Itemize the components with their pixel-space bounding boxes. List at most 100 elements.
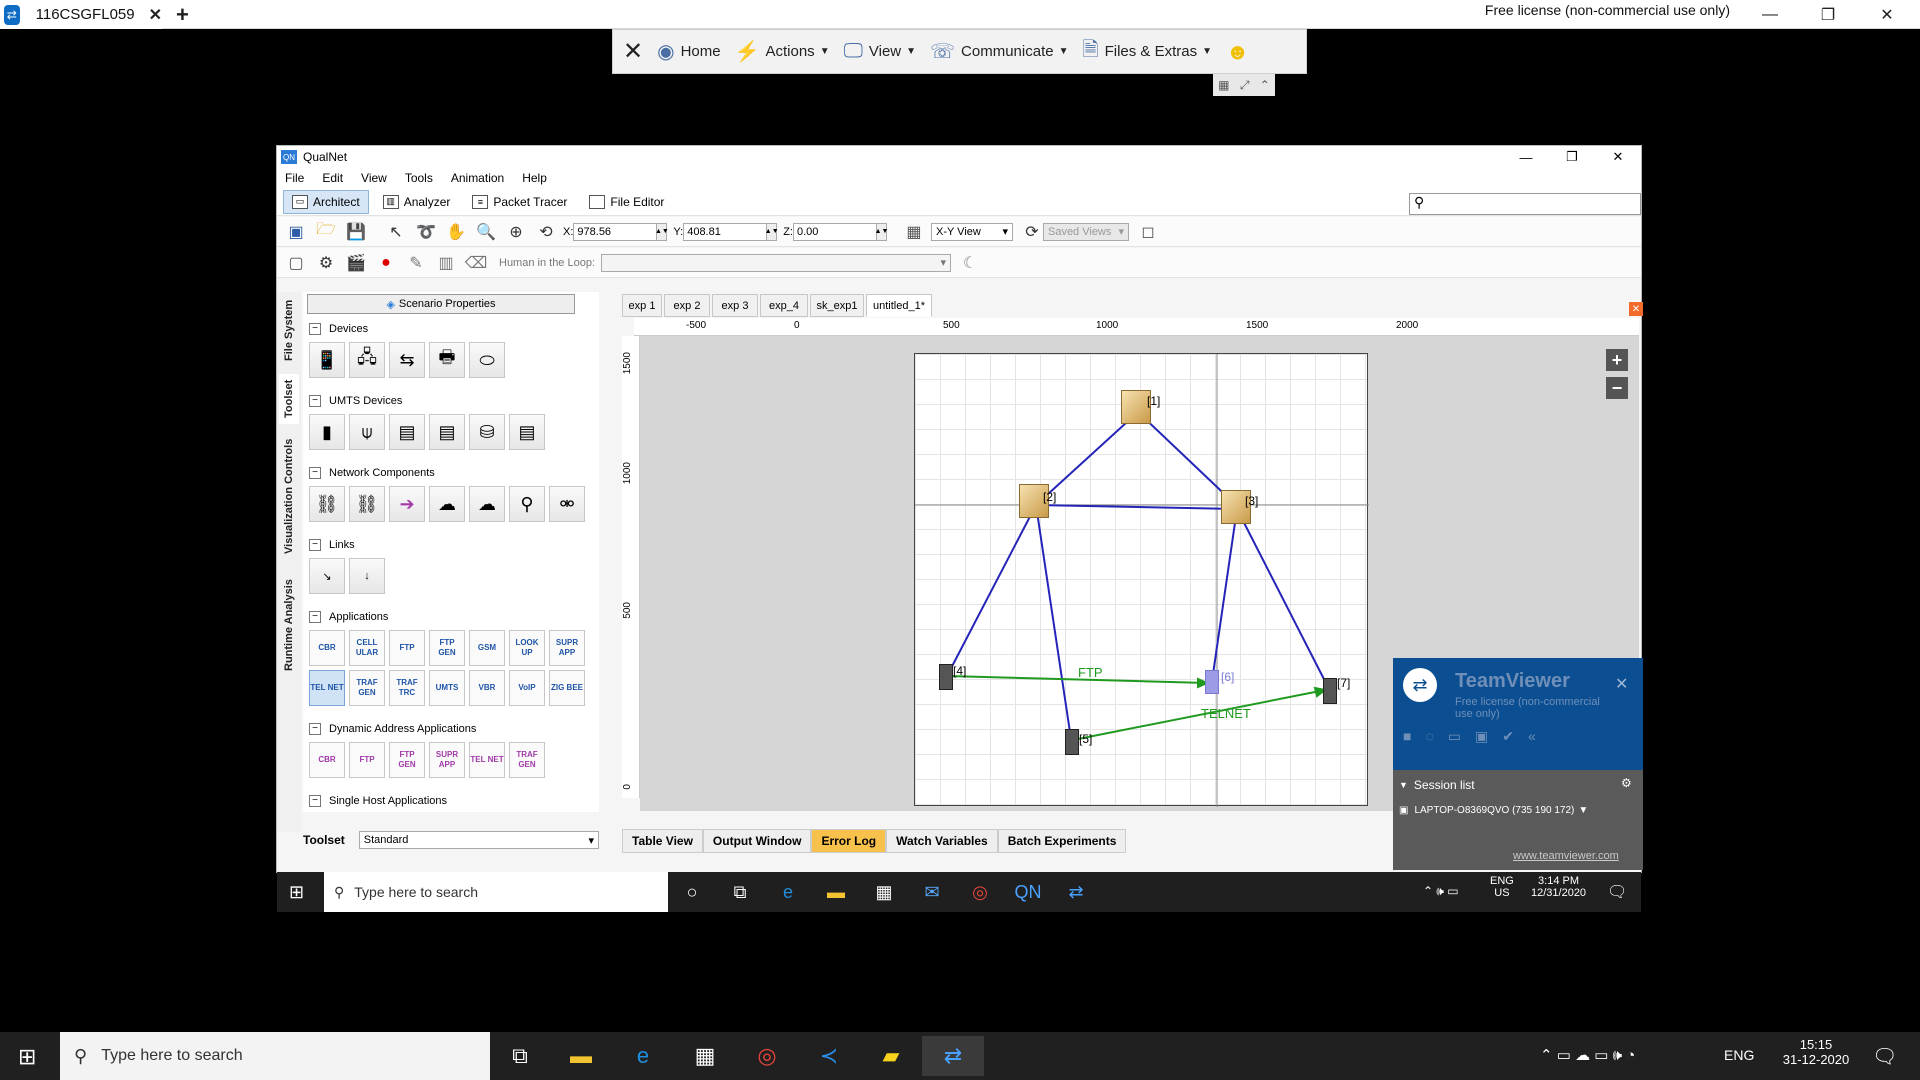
app-gsm[interactable]: GSM xyxy=(469,630,505,666)
menu-edit[interactable]: Edit xyxy=(322,171,343,185)
tab-exp-3[interactable]: exp 3 xyxy=(712,294,758,317)
tab-untitled-1[interactable]: untitled_1* xyxy=(866,294,932,317)
edge-icon[interactable]: e xyxy=(612,1036,674,1076)
end-session-button[interactable]: ✕ xyxy=(623,37,643,66)
umts-rnc[interactable]: ▤ xyxy=(389,414,425,450)
link-wired[interactable]: ↘ xyxy=(309,558,345,594)
spinner-icon[interactable]: ▲▼ xyxy=(875,222,888,241)
dyn-app-cbr[interactable]: CBR xyxy=(309,742,345,778)
app-zigbee[interactable]: ZIG BEE xyxy=(549,670,585,706)
device-access-point[interactable]: 🖶 xyxy=(429,342,465,378)
qn-minimize-button[interactable]: — xyxy=(1503,146,1549,168)
tab-table-view[interactable]: Table View xyxy=(622,829,703,853)
collapse-icon[interactable]: ⌃ xyxy=(1260,78,1270,92)
tray-icons[interactable]: ⌃ ▭ ☁ ▭ 🕪 ◔ xyxy=(1540,1046,1635,1064)
tab-file-system[interactable]: File System xyxy=(279,296,299,364)
communicate-menu[interactable]: ☏ Communicate ▼ xyxy=(930,39,1068,64)
minimize-button[interactable]: — xyxy=(1745,0,1795,29)
vscode-icon[interactable]: ≺ xyxy=(798,1036,860,1076)
fullscreen-icon[interactable]: ⤢ xyxy=(1240,78,1250,93)
eraser-icon[interactable]: ⌫ xyxy=(465,252,488,274)
app-vbr[interactable]: VBR xyxy=(469,670,505,706)
task-view-icon[interactable]: ⧉ xyxy=(490,1036,550,1076)
link-3-6[interactable] xyxy=(1211,508,1238,682)
zoom-icon[interactable]: 🔍 xyxy=(475,221,497,243)
tray-icons[interactable]: ⌃ 🕪 ▭ xyxy=(1423,884,1459,899)
task-view-icon[interactable]: ⧉ xyxy=(716,872,764,912)
saved-views-select[interactable]: Saved Views ▾ xyxy=(1042,222,1129,241)
tab-exp-1[interactable]: exp 1 xyxy=(622,294,662,317)
link-wireless[interactable]: ↓ xyxy=(349,558,385,594)
node-mobile-4[interactable] xyxy=(939,664,953,690)
net-satellite[interactable]: ⚲ xyxy=(509,486,545,522)
node-mobile-5[interactable] xyxy=(1065,729,1079,755)
grid-settings-icon[interactable]: ▦ xyxy=(903,221,925,243)
hitl-input[interactable]: ▾ xyxy=(601,253,952,272)
section-dynamic-apps[interactable]: − Dynamic Address Applications xyxy=(309,723,476,735)
tab-toolset[interactable]: Toolset xyxy=(279,374,299,424)
open-icon[interactable]: 🗁 xyxy=(315,221,337,243)
teamviewer-taskbar-icon[interactable]: ⇄ xyxy=(922,1036,984,1076)
grid-icon[interactable]: ▦ xyxy=(1218,78,1229,92)
umts-nodeb[interactable]: ⍦ xyxy=(349,414,385,450)
umts-sgsn[interactable]: ▤ xyxy=(429,414,465,450)
mode-file-editor[interactable]: File Editor xyxy=(581,190,672,214)
session-tab[interactable]: ⇄ 116CSGFL059 ✕ xyxy=(0,0,162,29)
x-coordinate-field[interactable] xyxy=(573,222,658,241)
net-cloud[interactable]: ☁ xyxy=(429,486,465,522)
view-menu[interactable]: 🖵 View ▼ xyxy=(844,40,916,63)
dyn-app-ftp[interactable]: FTP xyxy=(349,742,385,778)
restore-button[interactable]: ❐ xyxy=(1803,0,1853,29)
gear-icon[interactable]: ⚙ xyxy=(1621,776,1632,790)
node-mobile-6[interactable] xyxy=(1205,670,1219,694)
home-button[interactable]: ◉ Home xyxy=(657,39,720,64)
tab-watch-variables[interactable]: Watch Variables xyxy=(886,829,998,853)
local-search-box[interactable]: ⚲ Type here to search xyxy=(60,1032,490,1080)
zoom-out-button[interactable]: − xyxy=(1606,377,1628,399)
link-2-5[interactable] xyxy=(1035,504,1072,740)
app-umts[interactable]: UMTS xyxy=(429,670,465,706)
hand-icon[interactable]: ✋ xyxy=(445,221,467,243)
chrome-icon[interactable]: ◎ xyxy=(736,1036,798,1076)
app-traf-trc[interactable]: TRAF TRC xyxy=(389,670,425,706)
qn-close-button[interactable]: ✕ xyxy=(1595,146,1641,168)
teamviewer-taskbar-icon[interactable]: ⇄ xyxy=(1052,872,1100,912)
bar-chart-icon[interactable]: ▥ xyxy=(435,252,457,274)
qn-restore-button[interactable]: ❐ xyxy=(1549,146,1595,168)
mail-icon[interactable]: ✉ xyxy=(908,872,956,912)
store-icon[interactable]: ▦ xyxy=(860,872,908,912)
link-3-7[interactable] xyxy=(1236,508,1330,690)
app-ftp-gen[interactable]: FTP GEN xyxy=(429,630,465,666)
section-network-components[interactable]: − Network Components xyxy=(309,467,435,479)
spinner-icon[interactable]: ▲▼ xyxy=(655,222,669,241)
new-tab-button[interactable]: + xyxy=(176,0,189,29)
telnet-flow[interactable] xyxy=(1072,689,1326,741)
app-cbr[interactable]: CBR xyxy=(309,630,345,666)
remote-search-box[interactable]: ⚲ Type here to search xyxy=(324,872,668,912)
view-select[interactable]: X-Y View ▾ xyxy=(930,222,1013,241)
windows-icon[interactable]: ⊞ xyxy=(18,1044,36,1070)
zoom-fit-icon[interactable]: ⊕ xyxy=(505,221,527,243)
net-subnet[interactable]: ⛓ xyxy=(349,486,385,522)
session-list-header[interactable]: ▼ Session list xyxy=(1399,778,1475,792)
section-umts[interactable]: − UMTS Devices xyxy=(309,395,402,407)
folder-icon[interactable]: ▬ xyxy=(550,1036,612,1076)
tab-exp-4[interactable]: exp_4 xyxy=(760,294,808,317)
zoom-in-button[interactable]: + xyxy=(1606,349,1628,371)
files-extras-menu[interactable]: 🗎 Files & Extras ▼ xyxy=(1083,35,1213,69)
teamviewer-link[interactable]: www.teamviewer.com xyxy=(1513,850,1619,862)
app-telnet[interactable]: TEL NET xyxy=(309,670,345,706)
device-hub[interactable]: ⬭ xyxy=(469,342,505,378)
menu-animation[interactable]: Animation xyxy=(451,171,504,185)
gear-icon[interactable]: ⚙ xyxy=(315,252,337,274)
net-hierarchy[interactable]: ⛓ xyxy=(309,486,345,522)
mode-analyzer[interactable]: ▥ Analyzer xyxy=(375,190,459,214)
umts-ue[interactable]: ▮ xyxy=(309,414,345,450)
dyn-app-supr-app[interactable]: SUPR APP xyxy=(429,742,465,778)
umts-ggsn[interactable]: ▤ xyxy=(509,414,545,450)
chrome-icon[interactable]: ◎ xyxy=(956,872,1004,912)
feedback-button[interactable]: ☻ xyxy=(1226,39,1249,65)
qualnet-taskbar-icon[interactable]: QN xyxy=(1004,872,1052,912)
app-ftp[interactable]: FTP xyxy=(389,630,425,666)
close-icon[interactable]: ✕ xyxy=(149,5,162,25)
